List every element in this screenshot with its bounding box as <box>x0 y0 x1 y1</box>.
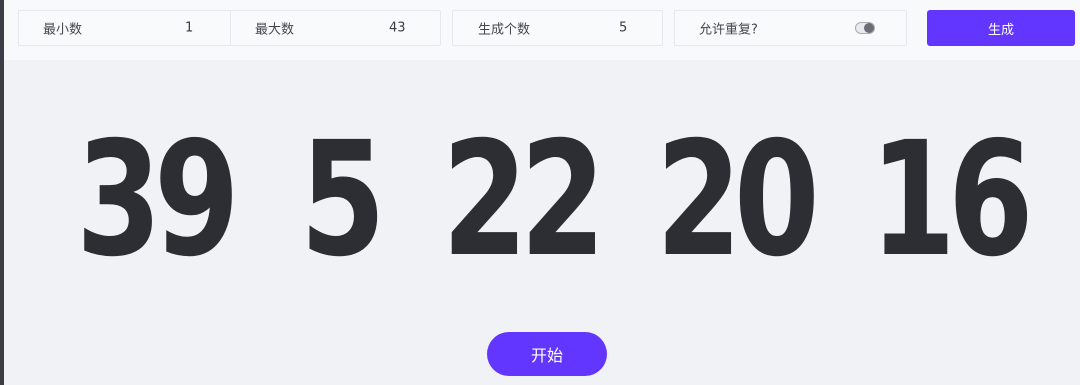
min-label: 最小数 <box>43 22 83 38</box>
repeat-toggle[interactable] <box>855 22 875 34</box>
count-field: 生成个数 5 <box>452 10 663 46</box>
field-divider <box>230 11 231 45</box>
result-number: 16 <box>870 108 1034 292</box>
result-number: 5 <box>300 108 386 292</box>
count-input[interactable]: 5 <box>619 21 627 36</box>
settings-toolbar: 最小数 1 最大数 43 生成个数 5 允许重复? 生成 <box>4 0 1080 60</box>
max-label: 最大数 <box>255 22 295 38</box>
result-number: 39 <box>76 108 240 292</box>
start-button[interactable]: 开始 <box>487 332 607 376</box>
random-number-app: 最小数 1 最大数 43 生成个数 5 允许重复? 生成 39 5 22 20 … <box>0 0 1080 385</box>
repeat-label: 允许重复? <box>699 22 758 38</box>
range-field-group: 最小数 1 最大数 43 <box>18 10 441 46</box>
generate-button[interactable]: 生成 <box>927 10 1075 46</box>
toggle-knob <box>864 23 874 33</box>
min-input[interactable]: 1 <box>185 21 193 36</box>
max-input[interactable]: 43 <box>389 21 406 36</box>
repeat-field: 允许重复? <box>674 10 907 46</box>
count-label: 生成个数 <box>478 22 531 38</box>
result-number: 22 <box>442 108 606 292</box>
result-numbers: 39 5 22 20 16 <box>4 120 1080 280</box>
result-number: 20 <box>656 108 820 292</box>
